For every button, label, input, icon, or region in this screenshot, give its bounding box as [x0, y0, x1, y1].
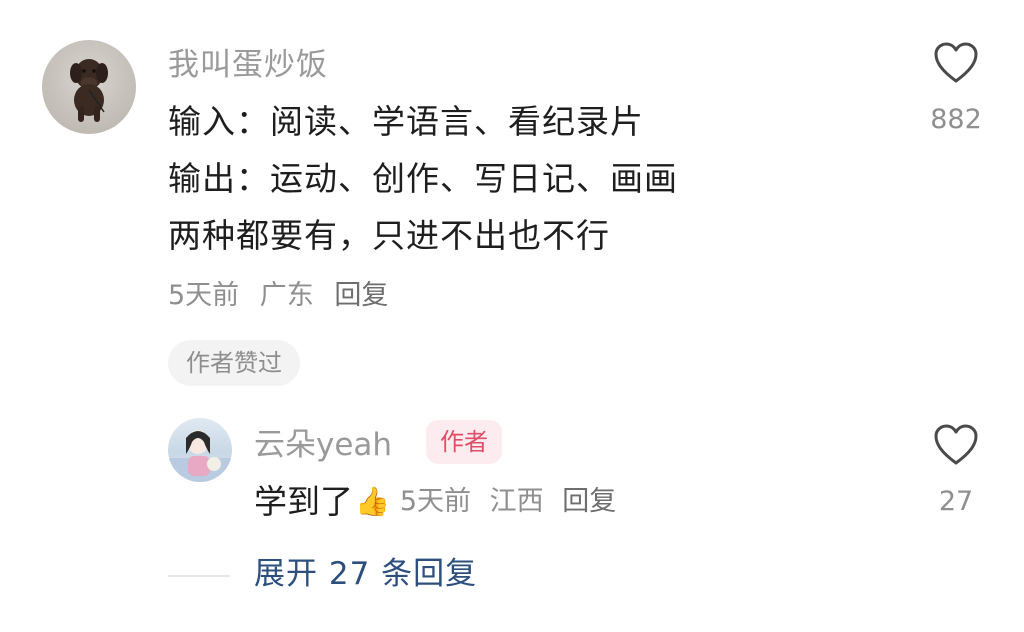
comment-meta: 5天前 广东 回复	[168, 276, 400, 316]
avatar-commenter[interactable]	[42, 40, 136, 134]
comment-line-3: 两种都要有，只进不出也不行	[168, 216, 610, 255]
heart-outline-icon[interactable]	[933, 424, 979, 466]
reply-like-group[interactable]: 27	[921, 424, 991, 520]
reply-reply-button[interactable]: 回复	[562, 486, 616, 517]
reply-meta: 5天前 江西 回复	[400, 478, 616, 526]
author-liked-badge: 作者赞过	[168, 340, 300, 386]
expand-replies-link[interactable]: 展开 27 条回复	[254, 552, 477, 596]
replier-username[interactable]: 云朵yeah	[254, 422, 392, 468]
reply-text: 学到了	[254, 482, 353, 521]
author-tag: 作者	[426, 420, 502, 464]
commenter-username[interactable]: 我叫蛋炒饭	[168, 42, 328, 88]
comment-time: 5天前	[168, 280, 240, 311]
dog-avatar-image	[70, 59, 108, 122]
cartoon-girl-avatar-image	[168, 430, 232, 482]
comment-reply-button[interactable]: 回复	[334, 280, 388, 311]
comment-location: 广东	[259, 280, 314, 311]
comment-line-2: 输出：运动、创作、写日记、画画	[168, 159, 678, 198]
heart-outline-icon[interactable]	[933, 42, 979, 84]
thumbs-up-emoji-icon: 👍	[355, 485, 390, 518]
reply-content: 学到了 👍 5天前 江西 回复	[254, 478, 616, 526]
comment-like-count: 882	[930, 104, 982, 135]
comment-like-group[interactable]: 882	[921, 42, 991, 138]
expand-divider	[168, 575, 230, 577]
reply-location: 江西	[489, 486, 544, 517]
avatar-replier[interactable]	[168, 418, 232, 482]
reply-time: 5天前	[399, 486, 472, 517]
reply-like-count: 27	[938, 486, 974, 517]
comment-line-1: 输入：阅读、学语言、看纪录片	[168, 102, 644, 141]
